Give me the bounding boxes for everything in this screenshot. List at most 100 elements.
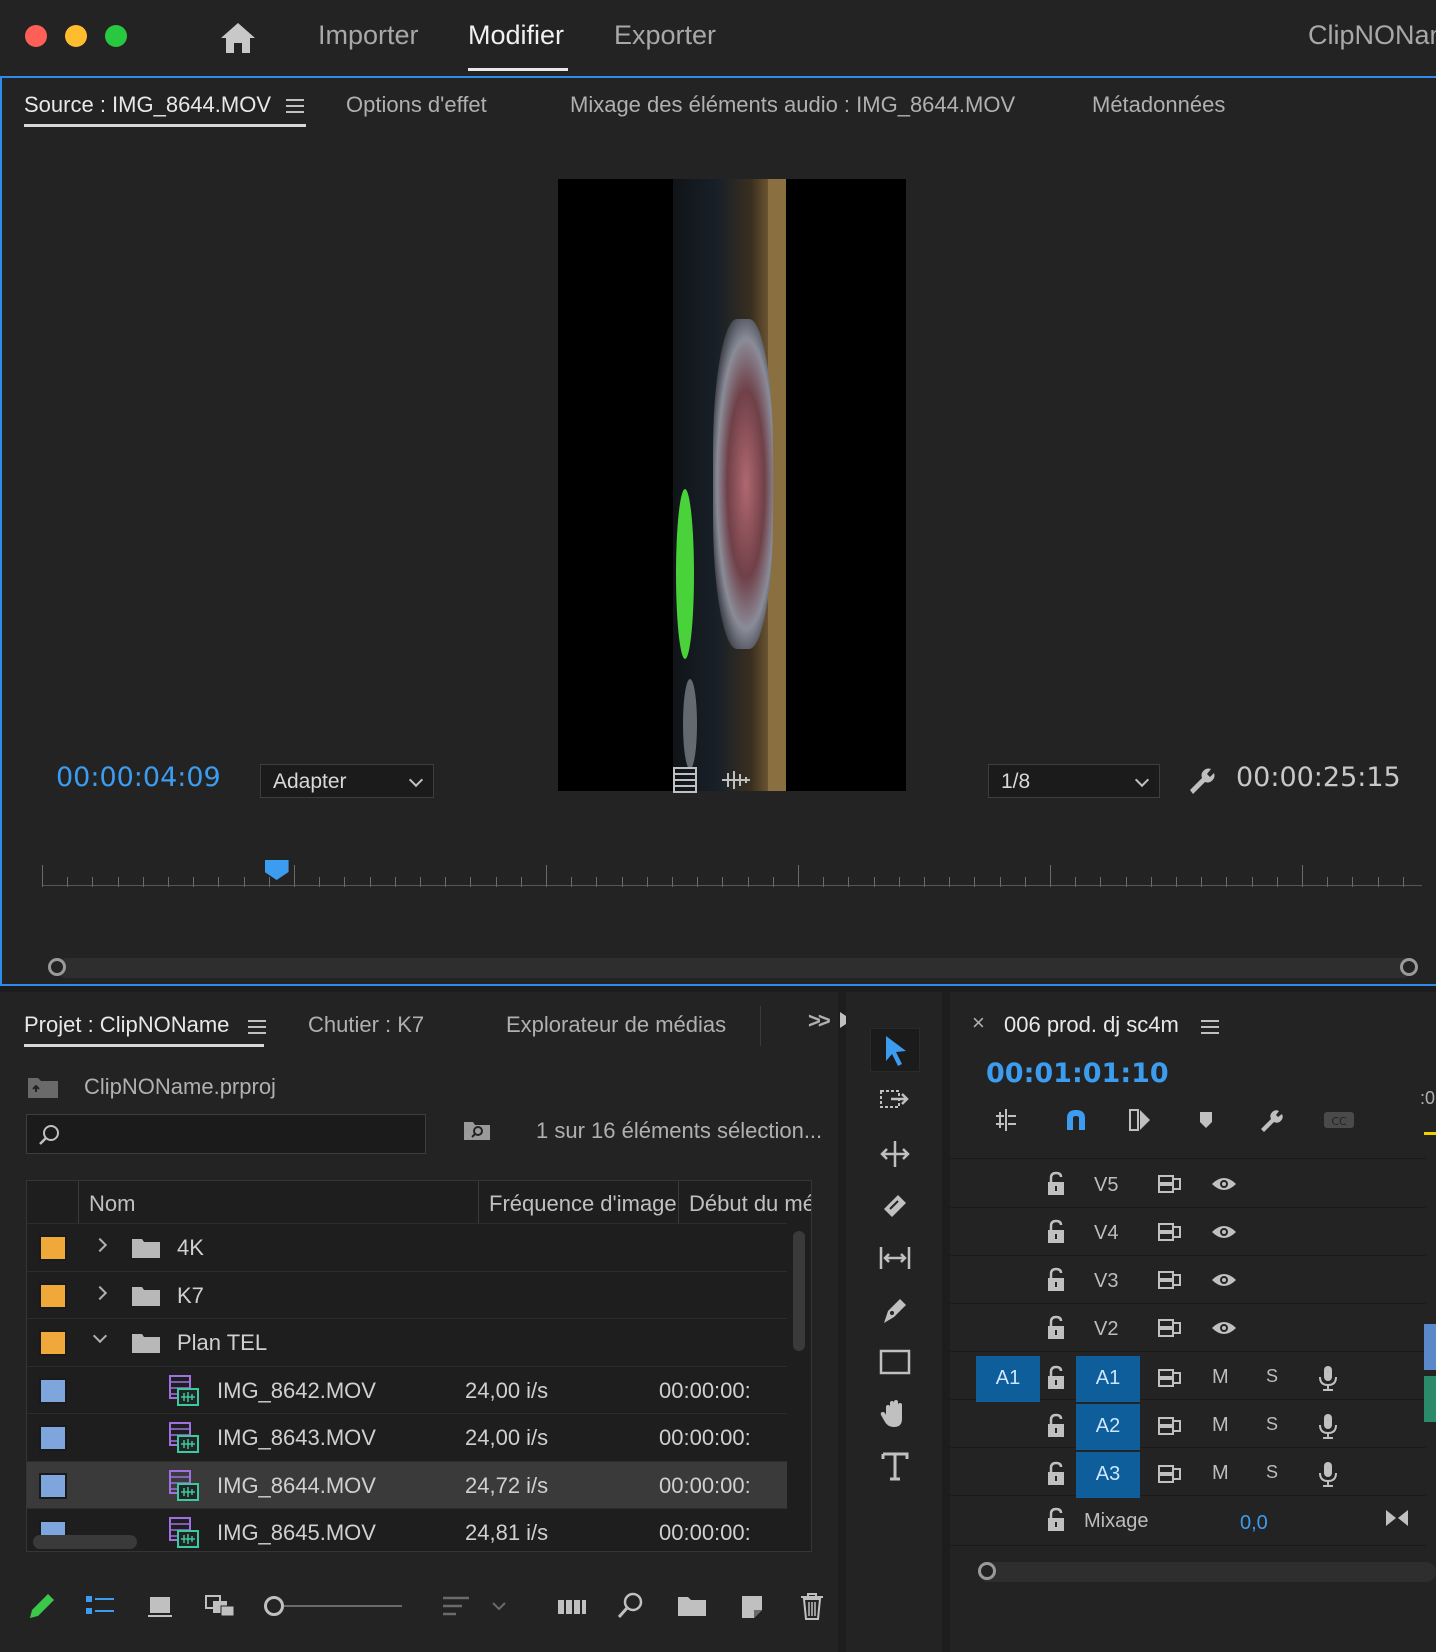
tab-media-browser[interactable]: Explorateur de médias: [506, 1012, 726, 1038]
track-name[interactable]: V5: [1094, 1174, 1118, 1197]
media-start-column-header[interactable]: Début du mé: [679, 1181, 811, 1223]
sync-lock-icon[interactable]: [1156, 1266, 1184, 1294]
chevron-down-icon[interactable]: [92, 1328, 108, 1344]
tab-edit[interactable]: Modifier: [468, 20, 564, 51]
icon-view-icon[interactable]: [144, 1590, 176, 1622]
audio-clip-segment[interactable]: [1424, 1376, 1436, 1422]
close-sequence-icon[interactable]: ×: [972, 1010, 985, 1036]
tab-export[interactable]: Exporter: [614, 20, 716, 51]
lock-icon[interactable]: [1042, 1266, 1070, 1294]
sync-lock-icon[interactable]: [1156, 1314, 1184, 1342]
audio-track-header[interactable]: A3 M S: [950, 1448, 1426, 1498]
clip-row[interactable]: IMG_8645.MOV 24,81 i/s 00:00:00:: [27, 1508, 787, 1551]
bin-row[interactable]: Plan TEL: [27, 1318, 787, 1366]
video-track-header[interactable]: V5: [950, 1160, 1426, 1208]
mix-track-header[interactable]: Mixage 0,0: [950, 1496, 1426, 1546]
video-preview[interactable]: [558, 179, 906, 791]
sequence-name[interactable]: 006 prod. dj sc4m: [1004, 1012, 1179, 1038]
trash-icon[interactable]: [796, 1590, 828, 1622]
panel-menu-icon[interactable]: [248, 1020, 266, 1034]
zoom-slider-track[interactable]: [284, 1605, 402, 1607]
timeline-scroll-handle[interactable]: [978, 1562, 996, 1580]
sync-lock-icon[interactable]: [1156, 1412, 1184, 1440]
clip-row[interactable]: IMG_8643.MOV 24,00 i/s 00:00:00:: [27, 1413, 787, 1461]
insert-overwrite-sequences-icon[interactable]: [992, 1106, 1020, 1134]
snap-icon[interactable]: [1062, 1106, 1090, 1134]
panel-menu-icon[interactable]: [286, 99, 304, 113]
time-ruler[interactable]: [42, 863, 1422, 887]
label-color-swatch[interactable]: [39, 1472, 67, 1499]
razor-tool[interactable]: [870, 1184, 920, 1228]
pencil-icon[interactable]: [26, 1590, 58, 1622]
lock-icon[interactable]: [1042, 1412, 1070, 1440]
tab-effect-controls[interactable]: Options d'effet: [346, 92, 487, 118]
minimize-window-button[interactable]: [65, 25, 87, 47]
microphone-icon[interactable]: [1314, 1412, 1342, 1440]
track-name[interactable]: V3: [1094, 1270, 1118, 1293]
label-color-swatch[interactable]: [39, 1425, 67, 1451]
source-current-timecode[interactable]: 00:00:04:09: [56, 762, 221, 793]
panel-menu-icon[interactable]: [1201, 1020, 1219, 1034]
type-tool[interactable]: [870, 1444, 920, 1488]
microphone-icon[interactable]: [1314, 1364, 1342, 1392]
mute-button[interactable]: M: [1212, 1366, 1229, 1389]
solo-button[interactable]: S: [1266, 1414, 1278, 1435]
zoom-scrollbar[interactable]: [57, 958, 1412, 978]
new-item-icon[interactable]: [736, 1590, 768, 1622]
label-color-swatch[interactable]: [39, 1377, 67, 1404]
sync-lock-icon[interactable]: [1156, 1218, 1184, 1246]
freeform-view-icon[interactable]: [204, 1590, 236, 1622]
eye-icon[interactable]: [1210, 1170, 1238, 1198]
automate-to-sequence-icon[interactable]: [556, 1590, 588, 1622]
video-clip-segment[interactable]: [1424, 1324, 1436, 1370]
linked-selection-icon[interactable]: [1126, 1106, 1154, 1134]
mix-volume-value[interactable]: 0,0: [1240, 1512, 1268, 1535]
zoom-slider-handle[interactable]: [264, 1596, 284, 1616]
lock-icon[interactable]: [1042, 1460, 1070, 1488]
track-target[interactable]: A1: [1076, 1356, 1140, 1402]
audio-waveform-drag-icon[interactable]: [720, 768, 752, 792]
microphone-icon[interactable]: [1314, 1460, 1342, 1488]
scrollbar-end-handle[interactable]: [1400, 958, 1418, 976]
lock-icon[interactable]: [1042, 1314, 1070, 1342]
zoom-dropdown[interactable]: Adapter: [260, 764, 434, 798]
tab-project[interactable]: Projet : ClipNOName: [24, 1012, 229, 1038]
lock-icon[interactable]: [1042, 1170, 1070, 1198]
panel-overflow-icon[interactable]: >>: [808, 1008, 831, 1034]
tab-audio-clip-mixer[interactable]: Mixage des éléments audio : IMG_8644.MOV: [570, 92, 1015, 118]
vertical-scrollbar[interactable]: [793, 1231, 805, 1351]
sync-lock-icon[interactable]: [1156, 1364, 1184, 1392]
track-target[interactable]: A3: [1076, 1452, 1140, 1498]
new-bin-icon[interactable]: [676, 1590, 708, 1622]
slip-tool[interactable]: [870, 1236, 920, 1280]
parent-folder-icon[interactable]: [26, 1072, 60, 1100]
solo-button[interactable]: S: [1266, 1462, 1278, 1483]
label-color-swatch[interactable]: [39, 1235, 67, 1261]
eye-icon[interactable]: [1210, 1266, 1238, 1294]
eye-icon[interactable]: [1210, 1218, 1238, 1246]
list-view-icon[interactable]: [84, 1590, 116, 1622]
timeline-zoom-scrollbar[interactable]: [978, 1562, 1436, 1582]
clip-row[interactable]: IMG_8644.MOV 24,72 i/s 00:00:00:: [27, 1460, 787, 1509]
track-target[interactable]: A2: [1076, 1404, 1140, 1450]
label-color-swatch[interactable]: [39, 1282, 67, 1309]
tab-metadata[interactable]: Métadonnées: [1092, 92, 1225, 118]
search-input[interactable]: [26, 1114, 426, 1154]
hand-tool[interactable]: [870, 1392, 920, 1436]
track-name[interactable]: V2: [1094, 1318, 1118, 1341]
ripple-edit-tool[interactable]: [870, 1132, 920, 1176]
selection-tool[interactable]: [870, 1028, 920, 1072]
bin-row[interactable]: 4K: [27, 1223, 787, 1271]
horizontal-scrollbar[interactable]: [33, 1535, 137, 1549]
captions-icon[interactable]: CC: [1322, 1106, 1356, 1134]
tab-bin-k7[interactable]: Chutier : K7: [308, 1012, 424, 1038]
rectangle-tool[interactable]: [870, 1340, 920, 1384]
tab-source[interactable]: Source : IMG_8644.MOV: [24, 92, 271, 118]
eye-icon[interactable]: [1210, 1314, 1238, 1342]
sort-icons-icon[interactable]: [440, 1590, 472, 1622]
pen-tool[interactable]: [870, 1288, 920, 1332]
lock-icon[interactable]: [1042, 1218, 1070, 1246]
audio-track-header[interactable]: A2 M S: [950, 1400, 1426, 1450]
video-track-header[interactable]: V3: [950, 1256, 1426, 1304]
home-icon[interactable]: [218, 20, 258, 56]
